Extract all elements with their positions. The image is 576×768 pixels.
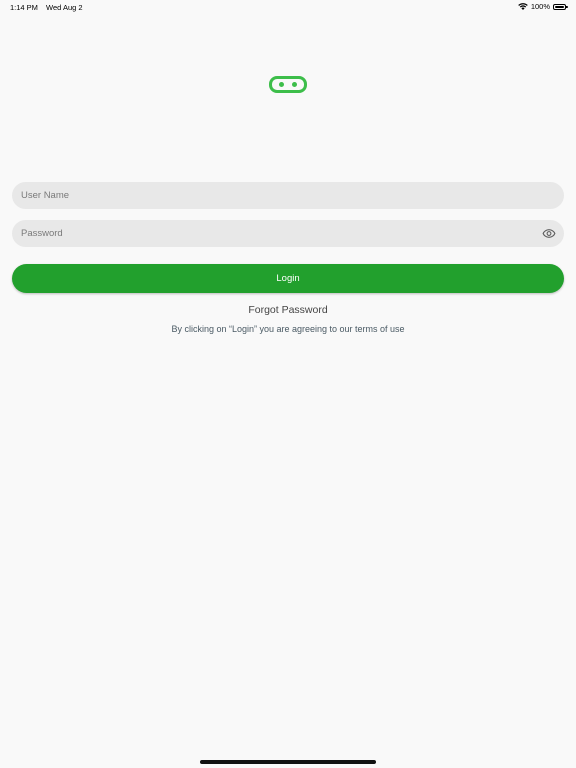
logo-right-dot	[292, 82, 297, 87]
terms-notice: By clicking on “Login” you are agreeing …	[171, 324, 405, 334]
username-field-container	[12, 182, 564, 209]
username-input[interactable]	[21, 190, 555, 201]
login-screen: 1:14 PM Wed Aug 2 100% Login Forgot	[0, 0, 576, 768]
status-right: 100%	[518, 2, 568, 11]
password-input[interactable]	[21, 228, 555, 239]
login-button[interactable]: Login	[12, 264, 564, 293]
app-logo-icon	[269, 76, 307, 93]
battery-icon	[553, 3, 568, 10]
battery-level	[555, 5, 564, 8]
forgot-password-link[interactable]: Forgot Password	[0, 304, 576, 316]
battery-percent: 100%	[530, 2, 550, 11]
wifi-icon	[518, 3, 528, 10]
home-indicator[interactable]	[200, 760, 376, 764]
status-left: 1:14 PM Wed Aug 2	[10, 3, 83, 12]
eye-icon[interactable]	[542, 227, 556, 240]
status-date: Wed Aug 2	[46, 3, 83, 12]
password-field-container	[12, 220, 564, 247]
status-time: 1:14 PM	[10, 3, 38, 12]
logo-left-dot	[279, 82, 284, 87]
status-bar: 1:14 PM Wed Aug 2 100%	[0, 0, 576, 14]
